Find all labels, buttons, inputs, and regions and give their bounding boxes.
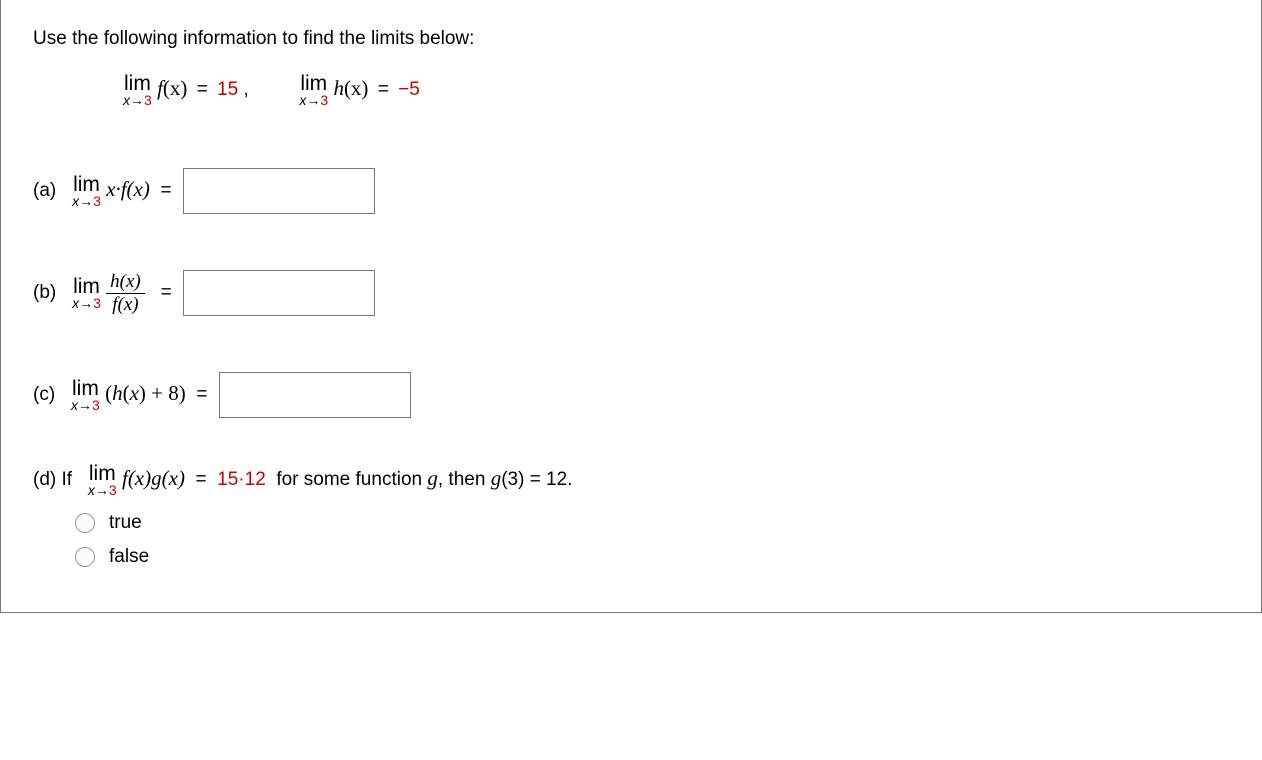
radio-label-false: false [109, 546, 149, 568]
answer-input-c[interactable] [219, 372, 411, 418]
radio-option-false: false [75, 546, 1229, 568]
radio-label-true: true [109, 512, 142, 534]
part-c: (c) lim x→3 (h(x) + 8) = [33, 372, 1229, 418]
part-d: (d) If lim x→3 f(x)g(x) = 15·12 for some… [33, 462, 1229, 498]
part-d-lim: lim x→3 [88, 462, 117, 498]
radio-false[interactable] [75, 547, 95, 567]
radio-true[interactable] [75, 513, 95, 533]
part-a-lim: lim x→3 [72, 173, 101, 209]
part-d-options: true false [75, 512, 1229, 568]
prompt-text: Use the following information to find th… [33, 28, 1229, 50]
given-lim-f: lim x→3 [123, 72, 152, 108]
given-lim-h: lim x→3 [299, 72, 328, 108]
part-c-lim: lim x→3 [71, 377, 100, 413]
given-limits: lim x→3 f(x) = 15 , lim x→3 h(x) = −5 [123, 72, 1229, 108]
part-b: (b) lim x→3 h(x) f(x) = [33, 270, 1229, 316]
answer-input-a[interactable] [183, 168, 375, 214]
part-b-fraction: h(x) f(x) [106, 271, 145, 316]
given-h-value: −5 [398, 79, 420, 100]
part-d-product: 15·12 [217, 469, 266, 490]
part-b-lim: lim x→3 [72, 275, 101, 311]
part-a: (a) lim x→3 x·f(x) = [33, 168, 1229, 214]
answer-input-b[interactable] [183, 270, 375, 316]
radio-option-true: true [75, 512, 1229, 534]
given-f-value: 15 [217, 79, 238, 100]
problem-container: Use the following information to find th… [0, 0, 1262, 613]
